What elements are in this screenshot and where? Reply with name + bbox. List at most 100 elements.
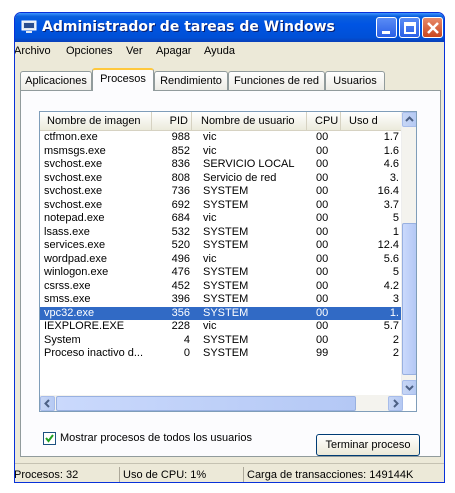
maximize-button[interactable] — [399, 17, 420, 38]
scroll-down-button[interactable] — [402, 380, 416, 395]
tab-strip: Aplicaciones Procesos Rendimiento Funcio… — [15, 68, 444, 91]
table-row[interactable]: lsass.exe 532 SYSTEM 00 1 — [40, 226, 403, 240]
chevron-left-icon — [44, 399, 50, 408]
pid-cell: 692 — [171, 198, 190, 211]
vertical-scrollbar[interactable] — [401, 112, 416, 395]
table-row[interactable]: csrss.exe 452 SYSTEM 00 4.2 — [40, 280, 403, 294]
user-name-cell: vic — [203, 131, 217, 143]
cpu-cell: 00 — [316, 144, 329, 157]
tab-aplicaciones[interactable]: Aplicaciones — [20, 71, 92, 90]
image-name-cell: IEXPLORE.EXE — [44, 320, 125, 332]
memory-cell: 3. — [389, 171, 399, 184]
table-row[interactable]: System 4 SYSTEM 00 2 — [40, 334, 403, 348]
table-row[interactable]: ctfmon.exe 988 vic 00 1.7 — [40, 131, 403, 145]
cpu-cell: 99 — [316, 347, 329, 359]
image-name-cell: lsass.exe — [44, 225, 90, 238]
pid-cell: 496 — [171, 252, 190, 265]
image-name-cell: smss.exe — [44, 293, 91, 305]
memory-cell: 1. — [389, 306, 399, 319]
user-name-cell: SERVICIO LOCAL — [203, 158, 295, 170]
memory-cell: 2 — [392, 333, 399, 346]
table-row[interactable]: wordpad.exe 496 vic 00 5.6 — [40, 253, 403, 267]
tab-procesos[interactable]: Procesos — [92, 68, 154, 91]
task-manager-icon — [21, 20, 37, 33]
table-row[interactable]: IEXPLORE.EXE 228 vic 00 5.7 — [40, 320, 403, 334]
pid-cell: 228 — [171, 320, 190, 332]
user-name-cell: SYSTEM — [203, 306, 249, 319]
menu-archivo[interactable]: Archivo — [15, 45, 51, 57]
tab-funciones-de-red[interactable]: Funciones de red — [228, 71, 325, 90]
user-name-cell: SYSTEM — [203, 239, 249, 251]
user-name-cell: SYSTEM — [203, 185, 249, 197]
user-name-cell: SYSTEM — [203, 279, 249, 292]
pid-cell: 0 — [183, 347, 190, 359]
table-row[interactable]: services.exe 520 SYSTEM 00 12.4 — [40, 239, 403, 253]
table-row[interactable]: msmsgs.exe 852 vic 00 1.6 — [40, 145, 403, 159]
menu-ver[interactable]: Ver — [126, 45, 143, 57]
menu-opciones[interactable]: Opciones — [66, 45, 112, 57]
tab-rendimiento[interactable]: Rendimiento — [154, 71, 228, 90]
user-name-cell: vic — [203, 212, 217, 224]
user-name-cell: SYSTEM — [203, 225, 249, 238]
pid-cell: 4 — [183, 333, 190, 346]
menu-apagar[interactable]: Apagar — [156, 45, 191, 57]
cpu-cell: 00 — [316, 279, 329, 292]
user-name-cell: SYSTEM — [203, 347, 249, 359]
end-process-button[interactable]: Terminar proceso — [316, 434, 420, 456]
memory-cell: 5 — [392, 266, 399, 278]
scroll-up-button[interactable] — [402, 112, 416, 127]
title-bar[interactable]: Administrador de tareas de Windows — [15, 13, 444, 42]
scroll-thumb[interactable] — [402, 223, 416, 375]
task-manager-window: Administrador de tareas de Windows Archi… — [14, 12, 445, 483]
process-list[interactable]: Nombre de imagen PID Nombre de usuario C… — [39, 111, 417, 412]
processes-panel: Nombre de imagen PID Nombre de usuario C… — [20, 90, 441, 457]
table-row[interactable]: Proceso inactivo d... 0 SYSTEM 99 2 — [40, 347, 403, 361]
menu-ayuda[interactable]: Ayuda — [204, 45, 235, 57]
pid-cell: 988 — [171, 131, 190, 143]
show-all-users-checkbox[interactable] — [43, 432, 56, 445]
column-pid[interactable]: PID — [152, 112, 192, 131]
minimize-button[interactable] — [376, 17, 397, 38]
cpu-cell: 00 — [316, 266, 329, 278]
column-user-name[interactable]: Nombre de usuario — [192, 112, 307, 131]
table-row[interactable]: svchost.exe 736 SYSTEM 00 16.4 — [40, 185, 403, 199]
table-row[interactable]: svchost.exe 808 Servicio de red 00 3. — [40, 172, 403, 186]
cpu-cell: 00 — [316, 333, 329, 346]
image-name-cell: svchost.exe — [44, 185, 103, 197]
column-memory[interactable]: Uso d — [341, 112, 403, 131]
memory-cell: 5.7 — [383, 320, 399, 332]
table-row[interactable]: svchost.exe 692 SYSTEM 00 3.7 — [40, 199, 403, 213]
cpu-cell: 00 — [316, 320, 329, 332]
pid-cell: 452 — [171, 279, 190, 292]
scroll-left-button[interactable] — [40, 396, 55, 411]
column-image-name[interactable]: Nombre de imagen — [40, 112, 152, 131]
column-cpu[interactable]: CPU — [307, 112, 341, 131]
user-name-cell: vic — [203, 144, 217, 157]
image-name-cell: winlogon.exe — [44, 266, 109, 278]
user-name-cell: SYSTEM — [203, 198, 249, 211]
pid-cell: 836 — [171, 158, 190, 170]
pid-cell: 476 — [171, 266, 190, 278]
image-name-cell: services.exe — [44, 239, 106, 251]
image-name-cell: System — [44, 333, 81, 346]
user-name-cell: SYSTEM — [203, 266, 249, 278]
pid-cell: 356 — [171, 306, 190, 319]
scroll-right-button[interactable] — [388, 396, 403, 411]
tab-usuarios[interactable]: Usuarios — [325, 71, 385, 90]
chevron-right-icon — [393, 399, 399, 408]
status-commit-charge: Carga de transacciones: 149144K — [243, 467, 444, 482]
table-row[interactable]: notepad.exe 684 vic 00 5 — [40, 212, 403, 226]
table-row[interactable]: smss.exe 396 SYSTEM 00 3 — [40, 293, 403, 307]
close-button[interactable] — [422, 17, 443, 38]
table-row[interactable]: winlogon.exe 476 SYSTEM 00 5 — [40, 266, 403, 280]
cpu-cell: 00 — [316, 158, 329, 170]
table-row[interactable]: svchost.exe 836 SERVICIO LOCAL 00 4.6 — [40, 158, 403, 172]
status-bar: Procesos: 32 Uso de CPU: 1% Carga de tra… — [15, 463, 444, 482]
user-name-cell: vic — [203, 320, 217, 332]
image-name-cell: notepad.exe — [44, 212, 105, 224]
table-row[interactable]: vpc32.exe 356 SYSTEM 00 1. — [40, 306, 403, 320]
image-name-cell: svchost.exe — [44, 171, 103, 184]
pid-cell: 520 — [171, 239, 190, 251]
horizontal-scrollbar[interactable] — [40, 395, 403, 411]
horizontal-scroll-thumb[interactable] — [56, 396, 356, 411]
